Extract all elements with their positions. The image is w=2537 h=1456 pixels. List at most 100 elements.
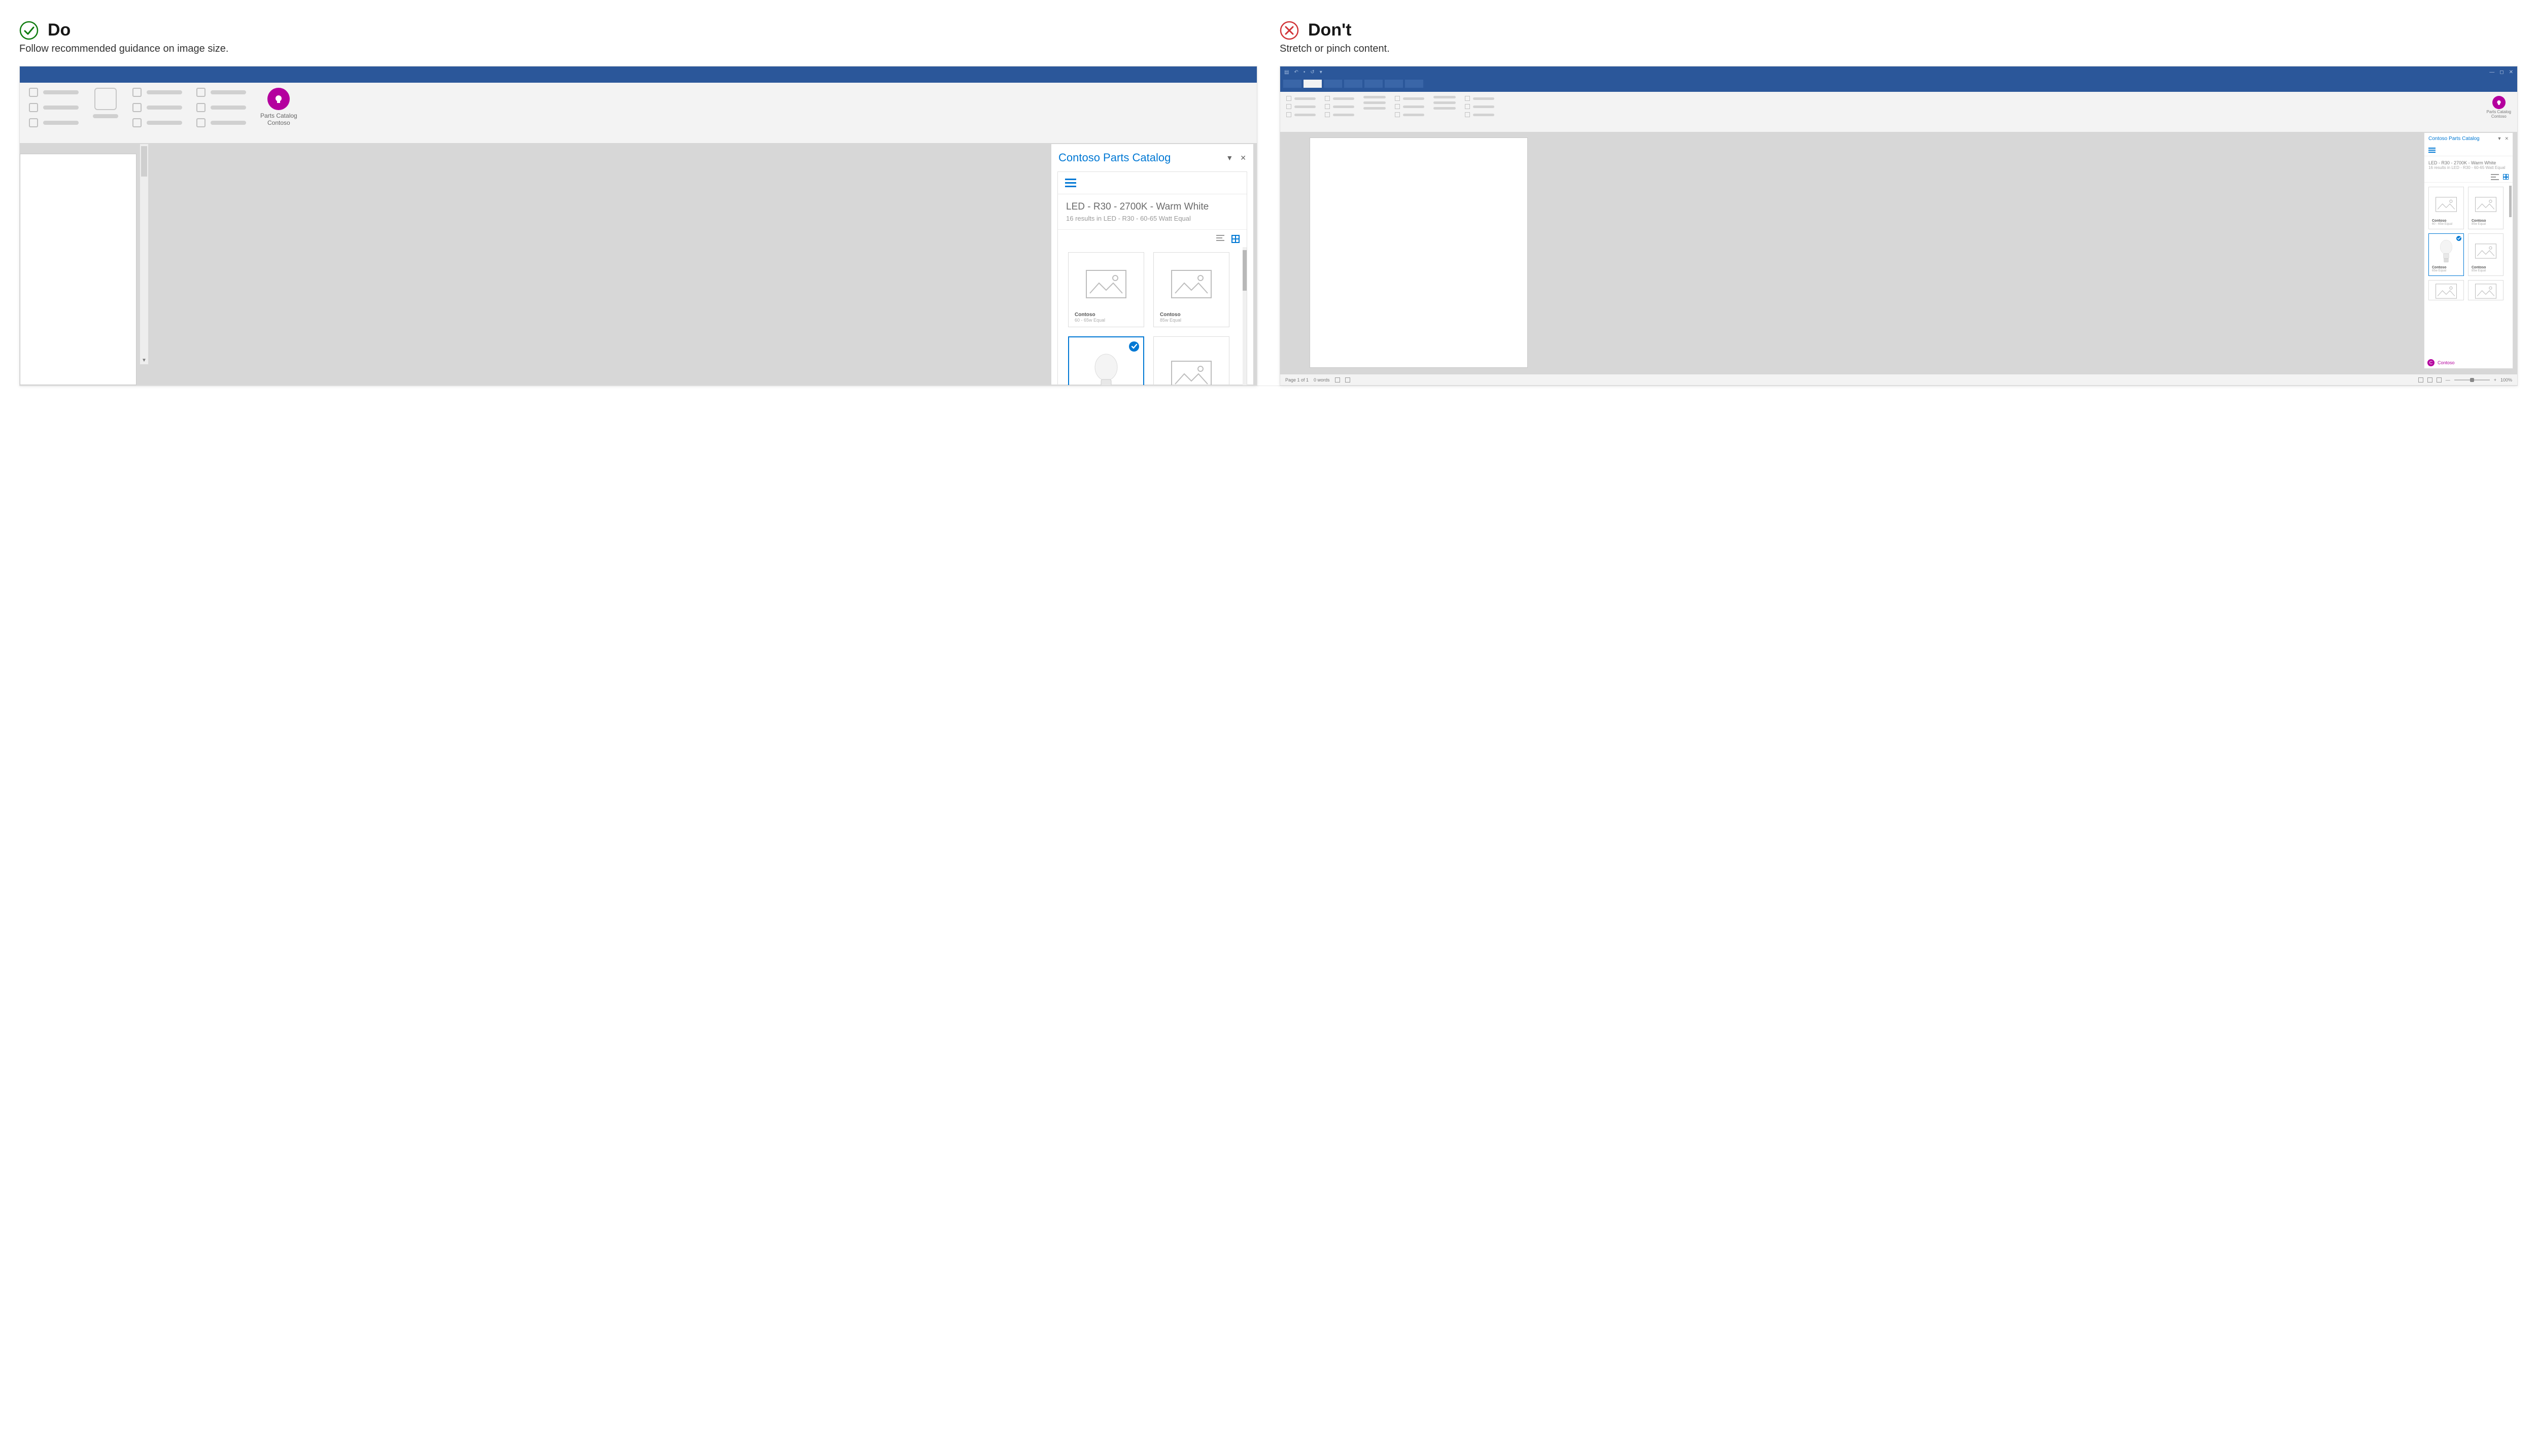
grid-view-icon[interactable]	[1231, 235, 1240, 243]
product-card[interactable]	[2468, 280, 2504, 300]
product-brand: Contoso	[2472, 266, 2500, 269]
image-placeholder-icon	[1075, 259, 1138, 309]
redo-icon[interactable]: ↺	[1310, 70, 1314, 75]
product-card[interactable]: Contoso 85w Equal	[2468, 233, 2504, 276]
ribbon: Parts Catalog Contoso	[20, 83, 1257, 144]
selected-check-icon	[2456, 236, 2461, 241]
pane-menu-icon[interactable]: ▼	[2497, 136, 2502, 142]
dont-heading-row: Don't	[1280, 20, 2518, 40]
image-placeholder-icon	[1160, 259, 1223, 309]
grid-scrollbar[interactable]	[1243, 247, 1247, 386]
selected-check-icon	[1129, 341, 1139, 352]
product-sub: 85w Equal	[2472, 223, 2500, 226]
image-placeholder-icon	[2432, 190, 2460, 218]
product-brand: Contoso	[2472, 219, 2500, 223]
product-brand: Contoso	[2432, 266, 2460, 269]
hamburger-icon[interactable]	[2428, 148, 2509, 153]
do-caption: Follow recommended guidance on image siz…	[19, 43, 1257, 55]
zoom-slider[interactable]	[2454, 379, 2490, 380]
dont-caption: Stretch or pinch content.	[1280, 43, 2518, 55]
product-sub: 65w Equal	[2432, 269, 2460, 272]
brand-badge-icon: C	[2427, 359, 2435, 366]
breadcrumb-main: LED - R30 - 2700K - Warm White	[2428, 160, 2509, 165]
addin-ribbon-button[interactable]: Parts Catalog Contoso	[260, 88, 297, 127]
product-sub: 60 - 65w Equal	[2432, 223, 2460, 226]
product-card[interactable]	[2428, 280, 2464, 300]
close-window-icon[interactable]: ✕	[2509, 70, 2513, 75]
addin-label-line1: Parts Catalog	[260, 112, 297, 119]
image-placeholder-icon	[2472, 284, 2500, 299]
status-page: Page 1 of 1	[1285, 377, 1309, 383]
ribbon-tab[interactable]	[1364, 80, 1383, 88]
window-titlebar: ▤ ↶ • ↺ ▾ — ◻ ✕	[1280, 66, 2517, 78]
product-card-selected[interactable]	[1068, 336, 1144, 386]
minimize-icon[interactable]: —	[2489, 70, 2494, 75]
pane-close-icon[interactable]: ✕	[2505, 136, 2509, 142]
document-page[interactable]	[20, 154, 136, 385]
bulb-thumbnail	[1075, 343, 1137, 386]
image-placeholder-icon	[1160, 343, 1223, 386]
list-view-icon[interactable]	[1216, 235, 1224, 243]
product-card[interactable]: Contoso 85w Equal	[1153, 252, 1229, 327]
vertical-scrollbar[interactable]: ▲ ▼	[140, 144, 149, 365]
view-mode-icon[interactable]	[2427, 377, 2432, 383]
do-heading: Do	[48, 20, 71, 40]
zoom-in-icon[interactable]: +	[2494, 377, 2496, 383]
document-canvas: ▲ ▼ Contoso Parts Catalog ▼ ✕	[20, 144, 1257, 385]
do-screenshot: Parts Catalog Contoso ▲ ▼ Contoso Parts …	[19, 66, 1257, 386]
pane-menu-icon[interactable]: ▼	[1226, 154, 1233, 162]
product-card[interactable]: Contoso 85w Equal	[2468, 187, 2504, 229]
addin-ribbon-button[interactable]: Parts Catalog Contoso	[2487, 96, 2511, 132]
list-view-icon[interactable]	[2491, 174, 2499, 180]
x-circle-icon	[1280, 21, 1299, 40]
image-placeholder-icon	[2472, 237, 2500, 265]
breadcrumb-sub: 16 results in LED - R30 - 60-65 Watt Equ…	[1066, 215, 1239, 222]
status-icon[interactable]	[1345, 377, 1350, 383]
view-mode-icon[interactable]	[2437, 377, 2442, 383]
image-placeholder-icon	[2472, 190, 2500, 218]
zoom-out-icon[interactable]: —	[2446, 377, 2450, 383]
pane-close-icon[interactable]: ✕	[1240, 154, 1246, 162]
product-sub: 85w Equal	[2472, 269, 2500, 272]
image-placeholder-icon	[2432, 284, 2460, 299]
task-pane: Contoso Parts Catalog ▼ ✕ LED - R	[1051, 144, 1254, 385]
product-brand: Contoso	[1075, 312, 1138, 318]
check-circle-icon	[19, 21, 39, 40]
product-brand: Contoso	[2432, 219, 2460, 223]
status-icon[interactable]	[1335, 377, 1340, 383]
undo-icon[interactable]: ↶	[1294, 70, 1298, 75]
hamburger-icon[interactable]	[1065, 179, 1076, 187]
product-card-selected[interactable]: Contoso 65w Equal	[2428, 233, 2464, 276]
view-mode-icon[interactable]	[2418, 377, 2423, 383]
product-sub: 85w Equal	[1160, 318, 1223, 323]
ribbon-tabs	[1280, 78, 2517, 88]
product-brand: Contoso	[1160, 312, 1223, 318]
zoom-level: 100%	[2500, 377, 2512, 383]
scroll-down-icon[interactable]: ▼	[140, 356, 148, 364]
scrollbar-thumb[interactable]	[141, 146, 147, 177]
ribbon-tab[interactable]	[1324, 80, 1342, 88]
product-sub: 60 - 65w Equal	[1075, 318, 1138, 323]
task-pane-title: Contoso Parts Catalog	[1058, 151, 1171, 164]
product-card[interactable]: Contoso 60 - 65w Equal	[2428, 187, 2464, 229]
bulb-thumbnail	[2432, 237, 2460, 265]
grid-view-icon[interactable]	[2503, 174, 2509, 180]
app-icon: ▤	[1284, 70, 1289, 75]
product-card[interactable]: Contoso 60 - 65w Equal	[1068, 252, 1144, 327]
pane-card: LED - R30 - 2700K - Warm White 16 result…	[1057, 171, 1247, 386]
breadcrumb-sub: 16 results in LED - R30 - 60-65 Watt Equ…	[2428, 165, 2509, 170]
maximize-icon[interactable]: ◻	[2499, 70, 2504, 75]
grid-scrollbar[interactable]	[2509, 186, 2512, 217]
task-pane: Contoso Parts Catalog ▼ ✕ LED - R30 - 27…	[2424, 132, 2513, 369]
product-card[interactable]	[1153, 336, 1229, 386]
breadcrumb-main: LED - R30 - 2700K - Warm White	[1066, 201, 1239, 213]
ribbon-tab-active[interactable]	[1304, 80, 1322, 88]
app-titlebar	[20, 66, 1257, 83]
document-page[interactable]	[1310, 137, 1528, 368]
document-canvas: Contoso Parts Catalog ▼ ✕ LED - R30 - 27…	[1280, 132, 2517, 374]
task-pane-title: Contoso Parts Catalog	[2428, 136, 2480, 142]
ribbon-tab[interactable]	[1385, 80, 1403, 88]
ribbon-tab[interactable]	[1405, 80, 1423, 88]
ribbon-tab[interactable]	[1344, 80, 1362, 88]
ribbon-tab[interactable]	[1283, 80, 1301, 88]
